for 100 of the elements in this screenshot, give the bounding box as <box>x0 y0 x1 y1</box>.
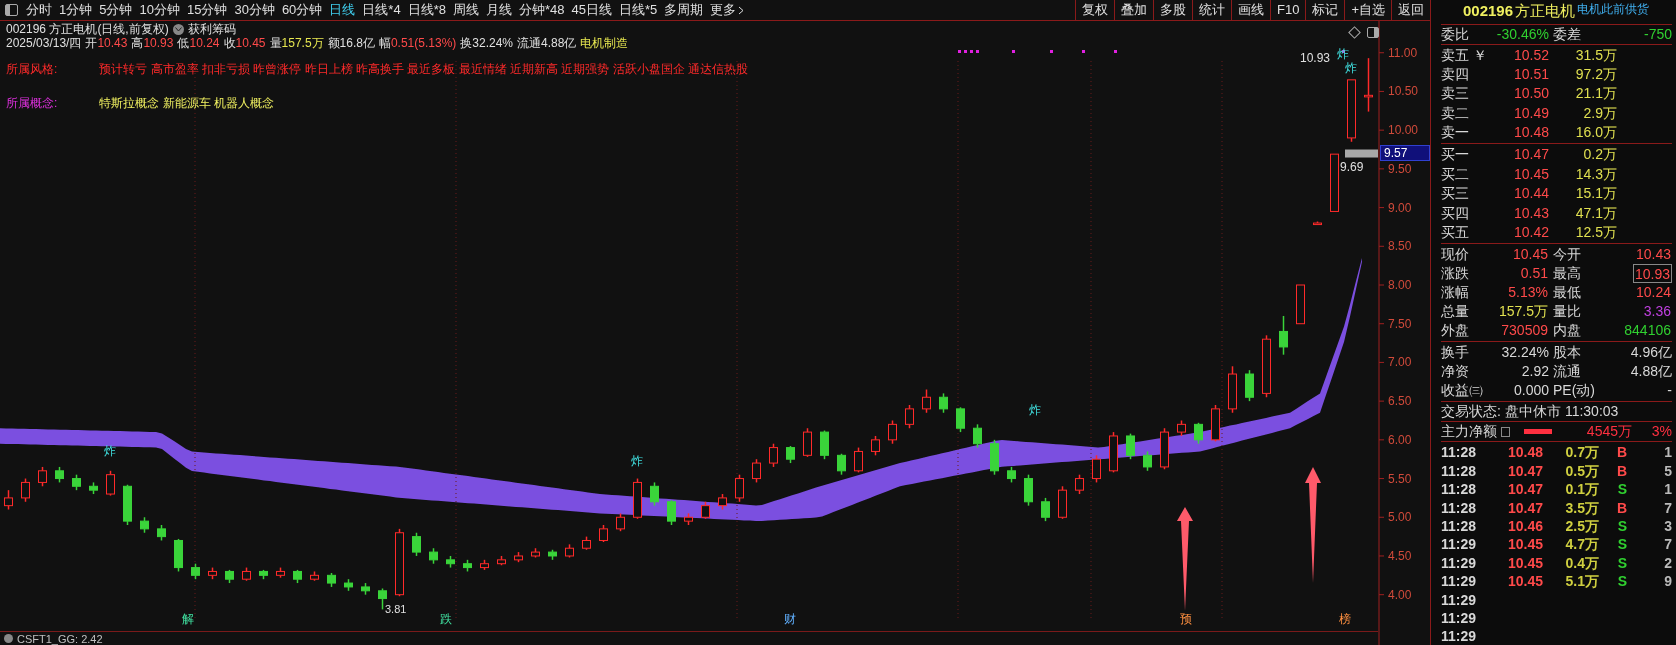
toolbar-button[interactable]: 叠加 <box>1114 0 1153 20</box>
candlestick <box>157 524 166 542</box>
concept-tags: 特斯拉概念 新能源车 机器人概念 <box>99 96 274 110</box>
candlestick <box>1177 419 1186 437</box>
level-label: 卖二 <box>1441 103 1470 123</box>
chevron-icon[interactable] <box>172 23 184 35</box>
quote-item: 幅0.51(5.13%) <box>378 36 457 50</box>
candlestick <box>378 587 387 611</box>
toolbar-button[interactable]: 多股 <box>1153 0 1192 20</box>
period-tab[interactable]: 日线*8 <box>407 0 446 20</box>
toolbar-button[interactable]: 统计 <box>1192 0 1231 20</box>
quote-item: 额16.8亿 <box>327 36 375 50</box>
period-tab[interactable]: 60分钟 <box>281 0 323 20</box>
stat-value: 10.45 <box>1511 245 1549 265</box>
panel-icon[interactable] <box>1367 27 1379 38</box>
main-force-value: 4545万 <box>1586 422 1632 442</box>
tick-count: 7 <box>1663 535 1672 554</box>
tick-price: 10.47 <box>1506 461 1543 481</box>
candlestick <box>973 423 982 449</box>
period-tab[interactable]: 日线*5 <box>618 0 658 20</box>
row-label: 所属概念: <box>6 96 58 110</box>
stat-label: PE(动) <box>1552 381 1596 401</box>
period-tab[interactable]: 分钟*48 <box>518 0 565 20</box>
toolbar-button[interactable]: +自选 <box>1344 0 1391 20</box>
price-value: 10.45 <box>1512 164 1549 184</box>
candlestick <box>361 582 370 596</box>
tick-price: 10.45 <box>1506 553 1543 573</box>
stat-value: 3.36 <box>1642 302 1672 322</box>
candlestick <box>225 569 234 584</box>
stat-value: 4.88亿 <box>1629 362 1672 382</box>
tick-time: 11:29 <box>1441 572 1478 591</box>
axis-label: 7.50 <box>1388 316 1412 331</box>
tick-side: S <box>1616 535 1627 554</box>
status-label: 交易状态: <box>1441 402 1501 422</box>
stat-label: 股本 <box>1552 343 1582 363</box>
candlestick <box>1143 450 1152 472</box>
ratio-label: 委差 <box>1552 24 1582 44</box>
tick-time: 11:28 <box>1441 516 1478 536</box>
candlestick <box>803 427 812 458</box>
level-label: 卖五 ￥ <box>1441 45 1488 65</box>
candlestick <box>837 453 846 476</box>
tick-time: 11:29 <box>1441 535 1478 554</box>
period-tab[interactable]: 分时 <box>26 0 52 20</box>
candlestick <box>293 569 302 584</box>
period-tab[interactable]: 多周期 <box>664 0 704 20</box>
tick-side: S <box>1616 572 1627 591</box>
stock-name: 方正电机 <box>1515 1 1576 21</box>
candlestick <box>769 442 778 468</box>
candlestick <box>633 477 642 520</box>
panel-icon[interactable] <box>4 4 18 16</box>
toolbar-button[interactable]: 复权 <box>1075 0 1114 20</box>
tick-time: 11:29 <box>1441 590 1478 609</box>
candlestick <box>446 555 455 569</box>
candlestick <box>1126 432 1135 460</box>
price-value: 10.52 <box>1512 45 1549 65</box>
ratio-label: 委比 <box>1441 24 1470 44</box>
period-tab[interactable]: 15分钟 <box>186 0 228 20</box>
period-tab[interactable]: 月线 <box>485 0 512 20</box>
period-tab[interactable]: 10分钟 <box>139 0 180 20</box>
candlestick <box>463 559 472 573</box>
tick-side: B <box>1615 498 1627 517</box>
tick-side: S <box>1616 553 1627 573</box>
period-tab[interactable]: 日线*4 <box>362 0 401 20</box>
net-flow-bar <box>1524 429 1552 435</box>
event-mark: 财 <box>784 612 796 626</box>
high-label: 10.93 <box>1300 51 1331 66</box>
candlestick <box>1296 284 1305 325</box>
low-label: 3.81 <box>385 603 407 616</box>
period-tab[interactable]: 周线 <box>452 0 479 20</box>
candlestick <box>412 532 421 557</box>
period-tab[interactable]: 日线 <box>329 0 356 20</box>
candlestick <box>599 524 608 543</box>
candlestick <box>208 566 217 580</box>
period-tab[interactable]: 5分钟 <box>99 0 133 20</box>
toolbar-button[interactable]: 标记 <box>1305 0 1345 20</box>
candlestick <box>480 559 489 571</box>
candlestick <box>718 493 727 511</box>
price-value: 10.47 <box>1512 145 1549 165</box>
period-tab[interactable]: 45日线 <box>571 0 612 20</box>
period-tab[interactable]: 1分钟 <box>59 0 93 20</box>
level-label: 买五 <box>1441 223 1470 242</box>
tick-count: 5 <box>1663 461 1672 481</box>
candlestick <box>1228 365 1237 414</box>
candlestick <box>1194 422 1203 445</box>
quote-item: 量157.5万 <box>269 36 324 50</box>
period-tab[interactable]: 更多 <box>710 0 745 20</box>
period-tab[interactable]: 30分钟 <box>234 0 275 20</box>
candlestick <box>140 516 149 534</box>
candlestick <box>1109 431 1118 474</box>
candlestick <box>582 535 591 551</box>
candlestick <box>1024 473 1033 507</box>
candlestick <box>72 473 81 491</box>
toolbar-button[interactable]: 画线 <box>1231 0 1270 20</box>
tick-time: 11:29 <box>1441 553 1478 573</box>
tick-time: 11:28 <box>1441 461 1478 481</box>
candlestick <box>327 572 336 588</box>
axis-label: 5.50 <box>1388 471 1412 486</box>
stat-label: 最高 <box>1552 264 1582 284</box>
tick-side: S <box>1616 480 1627 499</box>
toolbar-button[interactable]: F10 <box>1270 0 1306 20</box>
